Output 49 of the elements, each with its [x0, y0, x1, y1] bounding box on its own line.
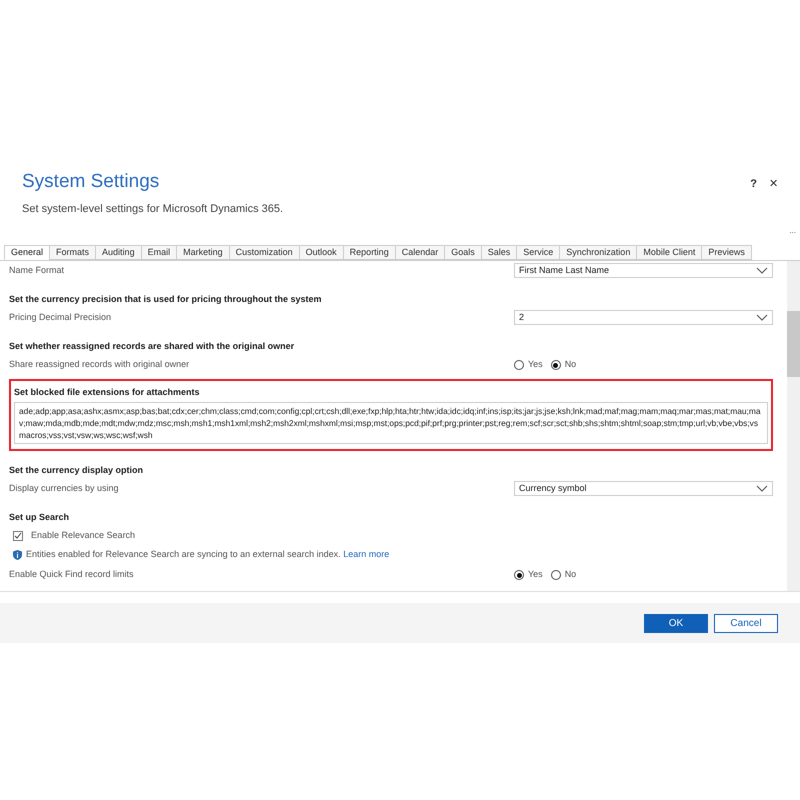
radio-option[interactable]: Yes	[514, 568, 543, 582]
tab[interactable]: Marketing	[176, 245, 230, 260]
info-text: Entities enabled for Relevance Search are syncing to an external search index. Learn more	[26, 548, 390, 562]
section-heading: Set the currency display option	[9, 465, 144, 475]
tab[interactable]: Service	[516, 245, 560, 260]
tab[interactable]: Sales	[480, 245, 518, 260]
tab[interactable]: Previews	[701, 245, 752, 260]
dialog-subtitle: Set system-level settings for Microsoft Dynamics 365.	[22, 202, 284, 216]
radio-option[interactable]: Yes	[514, 358, 543, 372]
checkbox-option[interactable]: Enable Relevance Search	[9, 526, 773, 545]
chevron-down-icon	[756, 267, 768, 274]
dropdown[interactable]: Currency symbol	[514, 481, 773, 496]
tab[interactable]: Auditing	[95, 245, 142, 260]
section-heading: Set the currency precision that is used for pricing throughout the system	[9, 294, 322, 304]
dialog-button[interactable]: OK	[644, 614, 708, 632]
section-heading: Set blocked file extensions for attachments	[14, 387, 200, 397]
field-label: Pricing Decimal Precision	[9, 310, 112, 324]
tab[interactable]: Formats	[49, 245, 96, 260]
radio-option[interactable]: No	[550, 358, 576, 372]
dropdown[interactable]: 2	[514, 310, 773, 325]
section-heading: Set whether reassigned records are shared with the original owner	[9, 341, 294, 351]
field-label: Share reassigned records with original owner	[9, 358, 190, 372]
help-button[interactable]: ?	[750, 176, 757, 192]
tab[interactable]: Synchronization	[559, 245, 638, 260]
tab[interactable]: Calendar	[394, 245, 446, 260]
extensions-field[interactable]: ade;adp;app;asa;ashx;asmx;asp;bas;bat;cdx;cer;chm;class;cmd;com;config;cpl;crt;csh;dll;exe;fxp;hlp;hta;htr;htw;ida;idc;idq;inf;ins;isp;its;jar;js;jse;ksh;lnk;mad;maf;mag;mam;maq;mar;mas;mat;mau;mav;maw;mda;mdb;mde;mdt;mdw;mdz;msc;msh;msh1;msh1xml;msh2;msh2xml;mshxml;msi;msp;mst;ops;pcd;pif;prf;prg;printer;pst;reg;rem;scf;scr;sct;shb;shs;shtm;shtml;soap;stm;tmp;url;vb;vbe;vbs;vsmacros;vss;vst;vsw;ws;wsc;wsf;wsh	[14, 402, 768, 444]
shield-info-icon	[13, 550, 22, 560]
tab[interactable]: Outlook	[298, 245, 344, 260]
tab[interactable]: Email	[140, 245, 178, 260]
tab[interactable]: Reporting	[342, 245, 396, 260]
field-label: Display currencies by using	[9, 482, 120, 495]
dropdown[interactable]: First Name Last Name	[514, 263, 773, 278]
chevron-down-icon	[756, 314, 768, 321]
dialog-button[interactable]: Cancel	[714, 614, 778, 632]
scrollbar[interactable]	[787, 261, 800, 591]
chevron-down-icon	[756, 485, 768, 492]
tab[interactable]: Goals	[444, 245, 482, 260]
tab[interactable]: Customization	[228, 245, 300, 260]
field-label: Enable Quick Find record limits	[9, 568, 135, 582]
learn-more-link[interactable]: Learn more	[343, 549, 390, 560]
more-dots: ...	[789, 225, 796, 237]
section-heading: Set up Search	[9, 512, 70, 522]
close-button[interactable]: ✕	[769, 176, 778, 192]
field-label: Name Format	[9, 264, 66, 277]
radio-option[interactable]: No	[550, 568, 576, 582]
tab[interactable]: General	[4, 245, 50, 260]
tab[interactable]: Mobile Client	[636, 245, 702, 260]
dialog-title: System Settings	[22, 170, 160, 194]
checkmark-icon	[14, 532, 22, 540]
